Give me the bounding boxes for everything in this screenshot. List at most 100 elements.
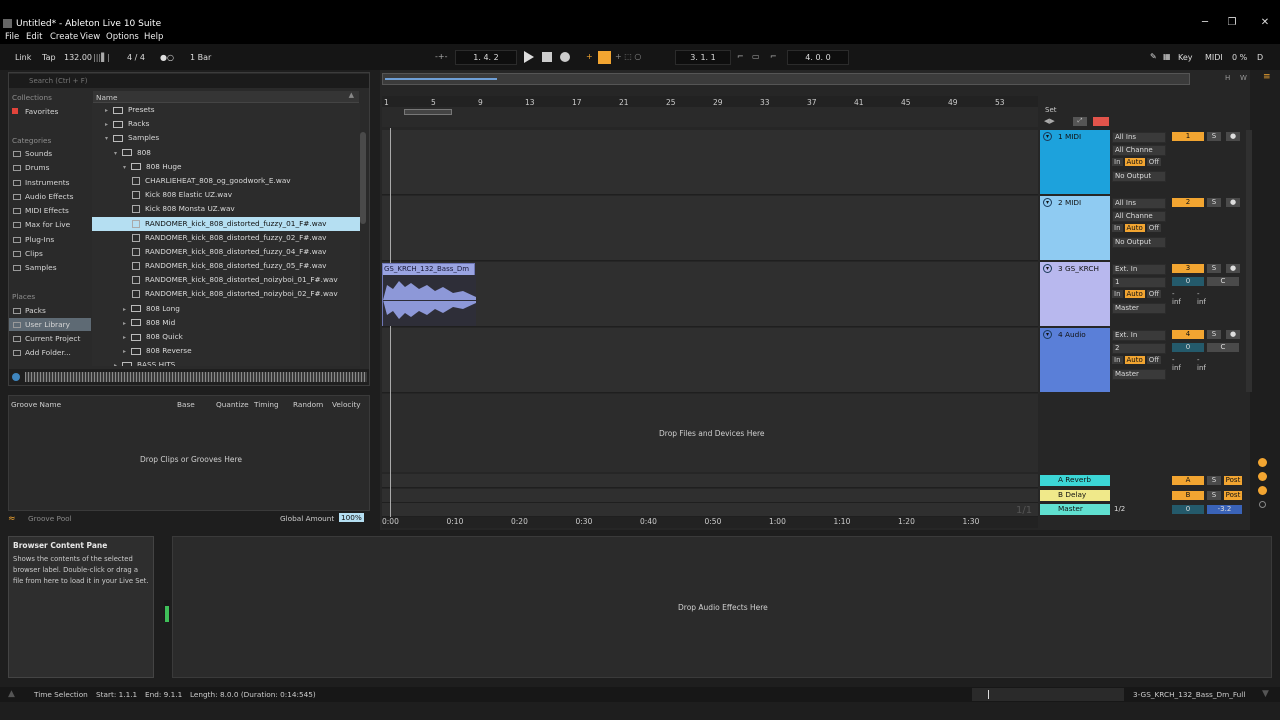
stop-icon[interactable]: [542, 52, 552, 62]
track-header-4[interactable]: ▾ 4 Audio: [1040, 328, 1110, 392]
w-toggle-button[interactable]: W: [1240, 74, 1247, 82]
sidebar-item-audio-effects[interactable]: Audio Effects: [13, 192, 73, 201]
sidebar-item-clips[interactable]: Clips: [13, 249, 43, 258]
solo-button[interactable]: S: [1207, 264, 1221, 273]
tree-folder[interactable]: ▸ BASS HITS: [92, 358, 360, 366]
tree-folder[interactable]: ▾ 808: [92, 146, 360, 160]
fold-icon[interactable]: ▾: [1043, 132, 1052, 141]
menu-edit[interactable]: Edit: [26, 32, 42, 42]
time-signature-field[interactable]: 4 / 4: [127, 53, 145, 62]
master-volume[interactable]: 0: [1172, 505, 1204, 514]
pan-field[interactable]: C: [1207, 343, 1239, 352]
tree-file[interactable]: Kick 808 Elastic UZ.wav: [92, 188, 360, 202]
monitor-in-button[interactable]: In: [1112, 224, 1123, 232]
back-to-arrangement-icon[interactable]: ⤢: [1073, 117, 1087, 126]
collapse-arrow-icon[interactable]: ▸: [123, 317, 131, 330]
io-toggle-icon[interactable]: [1259, 501, 1266, 508]
sidebar-item-packs[interactable]: Packs: [13, 306, 46, 315]
input-channel-select[interactable]: All Channe: [1112, 145, 1166, 156]
tempo-field[interactable]: 132.00: [64, 53, 92, 62]
fold-icon[interactable]: ▾: [1043, 198, 1052, 207]
menu-file[interactable]: File: [5, 32, 19, 42]
arm-button[interactable]: ●: [1226, 132, 1240, 141]
track-lane-2[interactable]: [382, 196, 1038, 261]
track-lane-1[interactable]: [382, 130, 1038, 195]
preview-toggle-icon[interactable]: [12, 373, 20, 381]
menu-create[interactable]: Create: [50, 32, 78, 42]
quantize-menu[interactable]: 1 Bar: [190, 53, 211, 62]
crossfader-icon[interactable]: [1258, 472, 1267, 481]
minimize-button[interactable]: ─: [1195, 17, 1215, 29]
master-header[interactable]: Master: [1040, 504, 1110, 515]
track-activator[interactable]: 4: [1172, 330, 1204, 339]
nudge-icon[interactable]: |||▌|: [93, 53, 110, 62]
collapse-arrow-icon[interactable]: ▸: [105, 118, 113, 131]
return-header-1[interactable]: A Reverb: [1040, 475, 1110, 486]
re-enable-automation-icon[interactable]: + ⬚ ○: [615, 52, 641, 61]
arrangement-position[interactable]: 1. 4. 2: [455, 50, 517, 65]
input-type-select[interactable]: Ext. In: [1112, 330, 1166, 341]
sidebar-item-instruments[interactable]: Instruments: [13, 178, 70, 187]
tree-file[interactable]: RANDOMER_kick_808_distorted_fuzzy_02_F#.…: [92, 231, 360, 245]
monitor-auto-button[interactable]: Auto: [1124, 224, 1145, 232]
input-channel-select[interactable]: 1: [1112, 277, 1166, 288]
track-activator[interactable]: 1: [1172, 132, 1204, 141]
maximize-button[interactable]: ❐: [1222, 17, 1242, 29]
sidebar-item-user-library[interactable]: User Library: [9, 318, 91, 331]
tree-folder[interactable]: ▸ 808 Quick: [92, 330, 360, 344]
solo-button[interactable]: S: [1207, 330, 1221, 339]
loop-start-field[interactable]: 3. 1. 1: [675, 50, 731, 65]
master-lane[interactable]: [382, 503, 1038, 517]
browser-scrollbar[interactable]: [360, 132, 366, 224]
sidebar-item-drums[interactable]: Drums: [13, 163, 49, 172]
monitor-off-button[interactable]: Off: [1146, 290, 1162, 298]
track-header-2[interactable]: ▾ 2 MIDI: [1040, 196, 1110, 260]
monitor-auto-button[interactable]: Auto: [1124, 356, 1145, 364]
link-button[interactable]: Link: [15, 53, 31, 62]
arm-button[interactable]: ●: [1226, 264, 1240, 273]
return-activator[interactable]: B: [1172, 491, 1204, 500]
arm-button[interactable]: ●: [1226, 198, 1240, 207]
sidebar-item-sounds[interactable]: Sounds: [13, 149, 52, 158]
sidebar-item-midi-effects[interactable]: MIDI Effects: [13, 206, 69, 215]
tree-folder[interactable]: ▸ 808 Reverse: [92, 344, 360, 358]
solo-button[interactable]: S: [1207, 491, 1221, 500]
post-button[interactable]: Post: [1224, 476, 1242, 485]
track-header-1[interactable]: ▾ 1 MIDI: [1040, 130, 1110, 194]
loop-brace-area[interactable]: [382, 107, 1038, 127]
loop-icon[interactable]: ▭: [752, 52, 760, 61]
expand-arrow-icon[interactable]: ▾: [105, 132, 113, 145]
play-icon[interactable]: [524, 51, 534, 63]
collapse-arrow-icon[interactable]: ▸: [123, 345, 131, 358]
tap-button[interactable]: Tap: [42, 53, 56, 62]
collapse-arrow-icon[interactable]: ▸: [123, 331, 131, 344]
tree-folder[interactable]: ▾ Samples: [92, 131, 360, 145]
solo-button[interactable]: S: [1207, 476, 1221, 485]
sidebar-item-current-project[interactable]: Current Project: [13, 334, 80, 343]
input-type-select[interactable]: All Ins: [1112, 198, 1166, 209]
track-header-3[interactable]: ▾ 3 GS_KRCH: [1040, 262, 1110, 326]
tree-folder[interactable]: ▸ Presets: [92, 103, 360, 117]
audio-clip[interactable]: GS_KRCH_132_Bass_Dm: [382, 263, 476, 326]
sidebar-item-plug-ins[interactable]: Plug-Ins: [13, 235, 54, 244]
return-lane-b[interactable]: [382, 489, 1038, 503]
arrangement-record-icon[interactable]: [1093, 117, 1109, 126]
record-icon[interactable]: [560, 52, 570, 62]
global-amount-value[interactable]: 100%: [339, 513, 364, 522]
draw-mode-icon[interactable]: ✎: [1150, 52, 1157, 61]
return-header-2[interactable]: B Delay: [1040, 490, 1110, 501]
track-delay-icon[interactable]: [1258, 458, 1267, 467]
output-select[interactable]: No Output: [1112, 237, 1166, 248]
monitor-off-button[interactable]: Off: [1146, 224, 1162, 232]
sort-arrow-icon[interactable]: ▲: [349, 91, 354, 99]
view-toggle-icon[interactable]: ≡: [1263, 72, 1271, 82]
detail-toggle-icon[interactable]: ▼: [1262, 689, 1269, 699]
tree-file[interactable]: RANDOMER_kick_808_distorted_noizyboi_02_…: [92, 287, 360, 301]
monitor-in-button[interactable]: In: [1112, 356, 1123, 364]
close-button[interactable]: ✕: [1255, 17, 1275, 29]
monitor-in-button[interactable]: In: [1112, 290, 1123, 298]
punch-in-icon[interactable]: ⌐: [737, 52, 744, 61]
volume-field[interactable]: 0: [1172, 343, 1204, 352]
midi-map-button[interactable]: MIDI: [1205, 53, 1223, 62]
collapse-arrow-icon[interactable]: ▸: [105, 104, 113, 117]
